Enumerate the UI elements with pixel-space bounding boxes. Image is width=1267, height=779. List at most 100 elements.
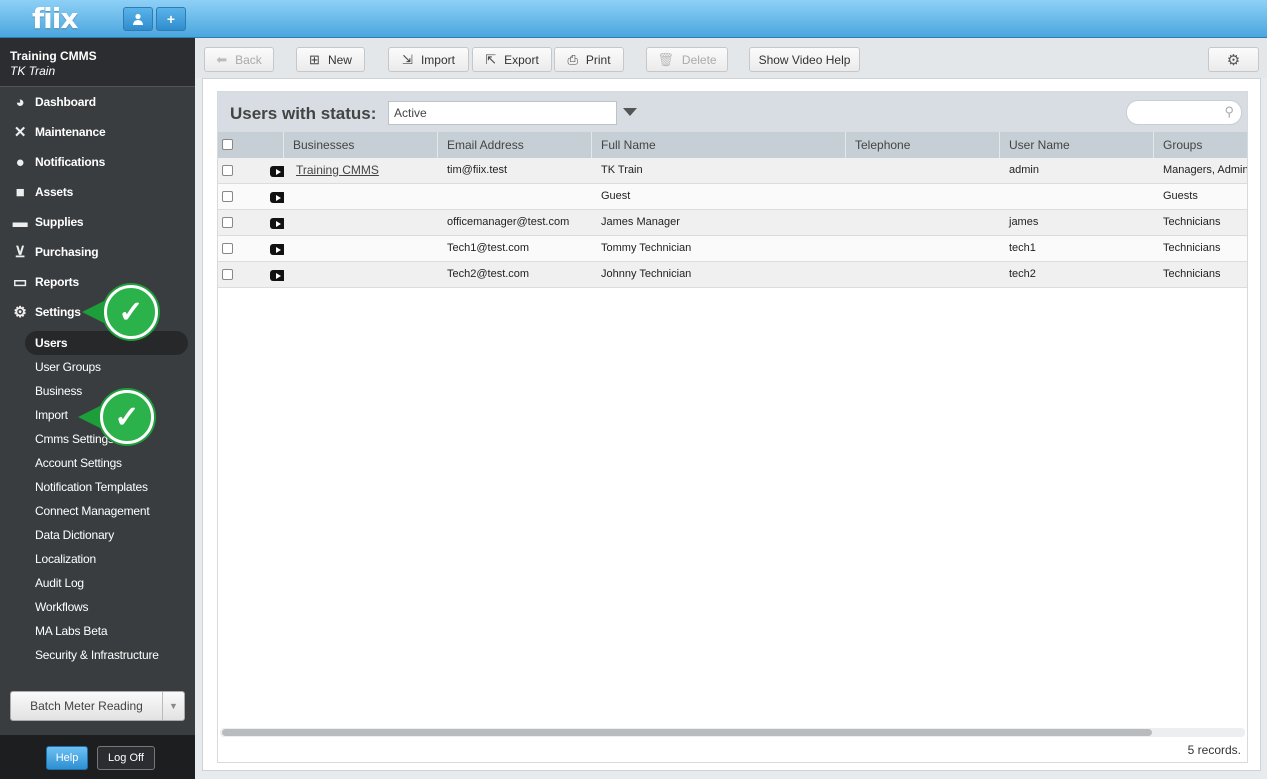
cell-email: tim@fiix.test <box>447 164 508 176</box>
settings-account-settings[interactable]: Account Settings <box>0 451 195 475</box>
user-icon <box>133 13 143 25</box>
cell-telephone <box>846 236 1000 262</box>
video-play-icon[interactable] <box>270 270 284 281</box>
toolbar: ⬅ Back ⊞ New ⇲ Import ⇱ Export ⎙ Print 🗑 Delet… <box>195 38 1267 78</box>
business-link[interactable]: Training CMMS <box>296 163 379 177</box>
tools-icon: ✕ <box>13 124 27 141</box>
settings-localization[interactable]: Localization <box>0 547 195 571</box>
table-row[interactable]: Tech1@test.com Tommy Technician tech1 Te… <box>218 236 1247 262</box>
col-businesses[interactable]: Businesses <box>284 132 438 158</box>
video-play-icon[interactable] <box>270 244 284 255</box>
nav-purchasing[interactable]: ⊻ Purchasing <box>0 237 195 267</box>
settings-data-dictionary[interactable]: Data Dictionary <box>0 523 195 547</box>
nav-notifications[interactable]: ● Notifications <box>0 147 195 177</box>
trash-icon: 🗑 <box>657 51 674 67</box>
batch-meter-reading-button[interactable]: Batch Meter Reading ▼ <box>10 691 185 721</box>
settings-workflows[interactable]: Workflows <box>0 595 195 619</box>
col-full-name[interactable]: Full Name <box>592 132 846 158</box>
cell-user-name: james <box>1009 216 1039 228</box>
cell-telephone <box>846 210 1000 236</box>
cell-email: officemanager@test.com <box>447 216 570 228</box>
settings-ma-labs-beta[interactable]: MA Labs Beta <box>0 619 195 643</box>
chat-bubble-icon: ● <box>15 153 25 171</box>
col-user-name[interactable]: User Name <box>1000 132 1154 158</box>
settings-user-groups[interactable]: User Groups <box>0 355 195 379</box>
status-select[interactable]: Active <box>388 101 617 125</box>
dropdown-caret-icon[interactable] <box>623 108 637 116</box>
settings-security-infrastructure[interactable]: Security & Infrastructure <box>0 643 195 667</box>
chevron-down-icon[interactable]: ▼ <box>162 692 184 720</box>
company-name: Training CMMS <box>10 49 97 63</box>
cell-telephone <box>846 158 1000 184</box>
new-label: New <box>327 52 352 67</box>
main-panel: Users with status: Active ⚲ Businesses E… <box>202 78 1261 771</box>
log-off-button[interactable]: Log Off <box>97 746 155 770</box>
settings-audit-log[interactable]: Audit Log <box>0 571 195 595</box>
cell-business <box>284 262 438 288</box>
cell-groups: Guests <box>1163 190 1198 202</box>
show-video-help-button[interactable]: Show Video Help <box>749 47 860 72</box>
users-grid: Users with status: Active ⚲ Businesses E… <box>217 91 1248 763</box>
add-button[interactable]: + <box>156 7 186 31</box>
cell-user-name: admin <box>1009 164 1039 176</box>
gear-icon: ⚙ <box>1226 51 1241 69</box>
video-play-icon[interactable] <box>270 166 284 177</box>
delete-button[interactable]: 🗑 Delete <box>646 47 728 72</box>
cell-groups: Managers, Administrators <box>1163 164 1247 176</box>
table-row[interactable]: Tech2@test.com Johnny Technician tech2 T… <box>218 262 1247 288</box>
table-row[interactable]: Guest Guests <box>218 184 1247 210</box>
top-bar: fiix + <box>0 0 1267 38</box>
new-button[interactable]: ⊞ New <box>296 47 365 72</box>
table-row[interactable]: officemanager@test.com James Manager jam… <box>218 210 1247 236</box>
user-profile-button[interactable] <box>123 7 153 31</box>
nav-label: Dashboard <box>35 95 96 109</box>
table-row[interactable]: Training CMMS tim@fiix.test TK Train adm… <box>218 158 1247 184</box>
help-button[interactable]: Help <box>46 746 88 770</box>
nav-maintenance[interactable]: ✕ Maintenance <box>0 117 195 147</box>
printer-icon: ⎙ <box>567 51 578 67</box>
batch-meter-reading-label: Batch Meter Reading <box>30 699 143 713</box>
cell-business <box>284 236 438 262</box>
table-header: Businesses Email Address Full Name Telep… <box>218 132 1247 158</box>
nav-dashboard[interactable]: ◕ Dashboard <box>0 87 195 117</box>
export-button[interactable]: ⇱ Export <box>472 47 552 72</box>
col-email[interactable]: Email Address <box>438 132 592 158</box>
company-header: Training CMMS TK Train <box>0 38 195 87</box>
video-play-icon[interactable] <box>270 192 284 203</box>
nav-label: Settings <box>35 305 81 319</box>
new-document-icon: ⊞ <box>309 51 320 67</box>
horizontal-scrollbar[interactable] <box>220 728 1245 737</box>
print-button[interactable]: ⎙ Print <box>554 47 624 72</box>
row-checkbox[interactable] <box>222 269 233 280</box>
settings-check-callout: ✓ <box>82 285 160 339</box>
search-input[interactable]: ⚲ <box>1126 100 1242 125</box>
nav-supplies[interactable]: ▬ Supplies <box>0 207 195 237</box>
select-all-checkbox[interactable] <box>222 139 233 150</box>
col-telephone[interactable]: Telephone <box>846 132 1000 158</box>
row-checkbox[interactable] <box>222 217 233 228</box>
row-checkbox[interactable] <box>222 165 233 176</box>
back-button[interactable]: ⬅ Back <box>204 47 274 72</box>
video-play-icon[interactable] <box>270 218 284 229</box>
cell-groups: Technicians <box>1163 242 1221 254</box>
print-label: Print <box>585 52 611 67</box>
settings-connect-management[interactable]: Connect Management <box>0 499 195 523</box>
row-checkbox[interactable] <box>222 243 233 254</box>
scrollbar-thumb[interactable] <box>222 729 1152 736</box>
nav-label: Reports <box>35 275 79 289</box>
col-groups[interactable]: Groups <box>1154 132 1247 158</box>
nav-assets[interactable]: ■ Assets <box>0 177 195 207</box>
settings-notification-templates[interactable]: Notification Templates <box>0 475 195 499</box>
fiix-logo[interactable]: fiix <box>32 2 78 35</box>
settings-gear-button[interactable]: ⚙ <box>1208 47 1259 72</box>
truck-icon: ▬ <box>12 213 28 231</box>
nav-label: Purchasing <box>35 245 99 259</box>
cell-full-name: Tommy Technician <box>601 242 692 254</box>
cell-full-name: James Manager <box>601 216 680 228</box>
plus-icon: + <box>166 11 176 27</box>
dashboard-icon: ◕ <box>15 93 25 111</box>
import-button[interactable]: ⇲ Import <box>388 47 469 72</box>
row-checkbox[interactable] <box>222 191 233 202</box>
checkmark-icon: ✓ <box>104 285 158 339</box>
cell-business <box>284 210 438 236</box>
